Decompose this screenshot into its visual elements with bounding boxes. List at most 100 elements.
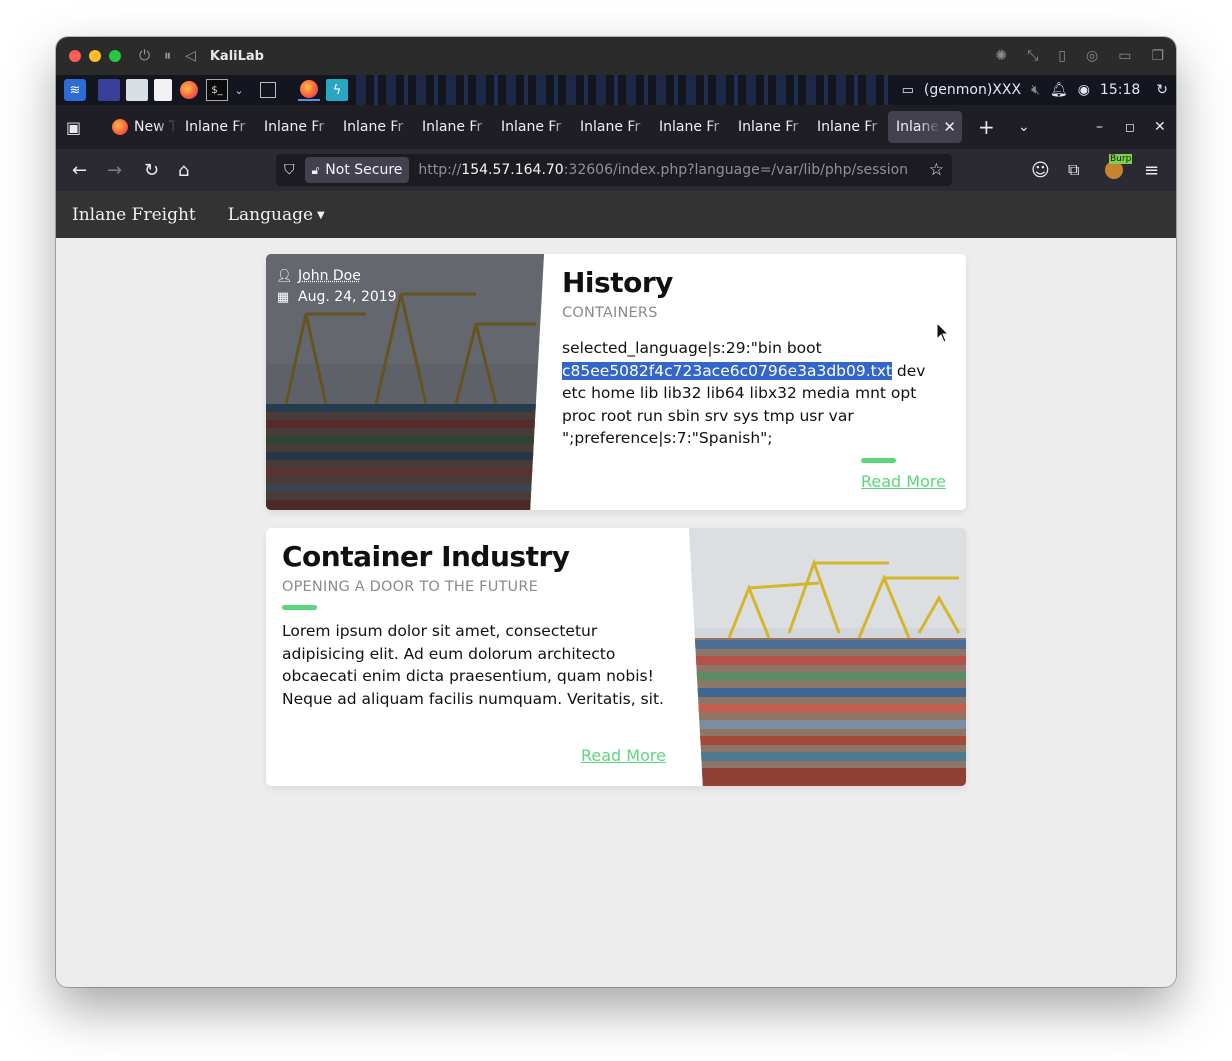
home-icon[interactable]: ⌂ bbox=[178, 149, 189, 191]
author-link[interactable]: John Doe bbox=[298, 266, 361, 287]
site-navbar: Inlane Freight Language ▼ bbox=[56, 191, 1176, 238]
card-title: Container Industry bbox=[282, 540, 570, 573]
window-title: KaliLab bbox=[209, 48, 264, 64]
mute-icon[interactable]: 🔇︎ bbox=[1031, 82, 1040, 98]
read-more-link[interactable]: Read More bbox=[581, 746, 666, 765]
shell-icon[interactable]: $_ bbox=[206, 79, 228, 101]
close-icon[interactable]: ✕ bbox=[1154, 105, 1166, 149]
power-manager-icon[interactable]: ◉ bbox=[1078, 82, 1090, 98]
power-icon[interactable]: ⏻ bbox=[139, 48, 150, 64]
card-description: selected_language|s:29:"bin boot c85ee50… bbox=[562, 337, 946, 450]
taskbar-firefox[interactable] bbox=[298, 79, 320, 101]
extensions-icon[interactable]: ⧉ bbox=[1068, 149, 1079, 191]
post-meta: 👤︎ John Doe ▦ Aug. 24, 2019 bbox=[276, 266, 397, 308]
language-label: Language bbox=[227, 204, 314, 225]
pause-icon[interactable]: ⏸ bbox=[164, 48, 171, 64]
notification-bell-icon[interactable]: 🔔︎ bbox=[1050, 82, 1068, 98]
tab-inlane-freight[interactable]: Inlane Fr bbox=[414, 111, 493, 143]
reload-icon[interactable]: ↻ bbox=[144, 149, 159, 191]
tab-inlane-freight[interactable]: Inlane Fr bbox=[493, 111, 572, 143]
bookmark-star-icon[interactable]: ☆ bbox=[929, 160, 944, 180]
zoom-window-button[interactable] bbox=[109, 50, 121, 62]
title-bar: ⏻ ⏸ ◁ KaliLab ✺ ⤡ ▯ ◎ ▭ ❐ bbox=[56, 37, 1176, 75]
usb-icon[interactable]: ▯ bbox=[1058, 48, 1066, 64]
history-card-body: History CONTAINERS selected_language|s:2… bbox=[562, 266, 946, 450]
clock[interactable]: 15:18 bbox=[1100, 82, 1140, 98]
container-industry-card: Container Industry OPENING A DOOR TO THE… bbox=[266, 528, 966, 786]
back-arrow-icon[interactable]: ← bbox=[72, 149, 87, 191]
kali-menu-icon[interactable]: ≋ bbox=[64, 79, 86, 101]
mouse-cursor bbox=[936, 322, 950, 343]
brightness-icon[interactable]: ✺ bbox=[995, 48, 1007, 64]
windows-icon[interactable]: ❐ bbox=[1151, 48, 1164, 64]
folder-icon[interactable]: ▭ bbox=[1118, 48, 1131, 64]
list-all-tabs-icon[interactable]: ⌄ bbox=[1018, 105, 1030, 149]
insecure-lock-icon: 🔓︎ bbox=[311, 162, 320, 177]
language-dropdown[interactable]: Language ▼ bbox=[228, 205, 325, 225]
port-cranes-photo bbox=[689, 528, 966, 786]
new-tab-button[interactable]: + bbox=[978, 105, 995, 149]
menu-icon[interactable]: ≡ bbox=[1144, 149, 1159, 191]
read-more-link[interactable]: Read More bbox=[861, 472, 946, 491]
workspace-icon[interactable] bbox=[260, 82, 276, 98]
chevron-down-icon[interactable]: ⌄ bbox=[228, 79, 250, 101]
post-date: Aug. 24, 2019 bbox=[298, 289, 397, 305]
description-text: selected_language|s:29:"bin boot bbox=[562, 339, 822, 357]
card-subtitle: OPENING A DOOR TO THE FUTURE bbox=[282, 579, 539, 595]
navigation-toolbar: ← → ↻ ⌂ ⛉ 🔓︎ Not Secure http://154.57.16… bbox=[56, 149, 1176, 191]
close-tab-icon[interactable]: ✕ bbox=[943, 118, 956, 136]
caret-down-icon: ▼ bbox=[317, 209, 325, 221]
web-page: Inlane Freight Language ▼ 👤︎ John Doe ▦ … bbox=[56, 191, 1176, 987]
url-text[interactable]: http://154.57.164.70:32606/index.php?lan… bbox=[418, 162, 908, 178]
burp-launcher-icon[interactable]: ϟ bbox=[326, 79, 348, 101]
firefox-icon bbox=[180, 81, 198, 99]
firefox-icon bbox=[112, 119, 128, 135]
url-bar[interactable]: ⛉ 🔓︎ Not Secure http://154.57.164.70:326… bbox=[276, 154, 952, 186]
firefox-icon bbox=[300, 80, 318, 98]
text-editor-icon[interactable] bbox=[154, 79, 172, 101]
monitor-icon[interactable]: ▭ bbox=[902, 83, 914, 98]
tab-inlane-freight[interactable]: Inlane Fr bbox=[730, 111, 809, 143]
site-security-indicator[interactable]: 🔓︎ Not Secure bbox=[304, 157, 410, 183]
selected-text[interactable]: c85ee5082f4c723ace6c0796e3a3db09.txt bbox=[562, 361, 892, 380]
tracking-shield-icon[interactable]: ⛉ bbox=[284, 162, 295, 178]
back-triangle-icon[interactable]: ◁ bbox=[185, 48, 196, 64]
resize-icon[interactable]: ⤡ bbox=[1027, 48, 1038, 64]
tab-strip: ▣ New T Inlane Fr Inlane Fr Inlane Fr In… bbox=[56, 105, 1176, 149]
close-window-button[interactable] bbox=[69, 50, 81, 62]
firefox-view-icon[interactable]: ▣ bbox=[66, 105, 81, 149]
app-window: ⏻ ⏸ ◁ KaliLab ✺ ⤡ ▯ ◎ ▭ ❐ ≋ $_ ⌄ ϟ ▭ (ge… bbox=[56, 37, 1176, 987]
window-controls bbox=[69, 50, 121, 62]
minimize-window-button[interactable] bbox=[89, 50, 101, 62]
security-label: Not Secure bbox=[325, 162, 403, 178]
card-description: Lorem ipsum dolor sit amet, consectetur … bbox=[282, 622, 664, 708]
network-icon[interactable]: ◎ bbox=[1086, 48, 1098, 64]
tab-inlane-freight[interactable]: Inlane Fr bbox=[177, 111, 256, 143]
burp-extension-icon[interactable]: Burp bbox=[1105, 149, 1133, 191]
firefox-launcher[interactable] bbox=[178, 79, 200, 101]
account-icon[interactable]: ☺ bbox=[1031, 149, 1050, 191]
url-path: :32606/index.php?language=/var/lib/php/s… bbox=[563, 162, 909, 178]
tab-inlane-freight[interactable]: Inlane Fr bbox=[256, 111, 335, 143]
maximize-icon[interactable]: ◻ bbox=[1125, 105, 1135, 149]
genmon-label: (genmon)XXX bbox=[923, 82, 1022, 98]
refresh-icon[interactable]: ↻ bbox=[1156, 82, 1168, 98]
card-subtitle: CONTAINERS bbox=[562, 305, 658, 321]
tab-inlane-freight[interactable]: Inlane Fr bbox=[809, 111, 888, 143]
minimize-icon[interactable]: – bbox=[1096, 105, 1103, 149]
card-title: History bbox=[562, 266, 673, 299]
terminal-emulator-icon[interactable] bbox=[98, 79, 120, 101]
tab-inlane-freight[interactable]: Inlane Fr bbox=[651, 111, 730, 143]
tab-inlane-freight-active[interactable]: Inlane ✕ bbox=[888, 111, 962, 143]
accent-bar bbox=[861, 458, 896, 463]
forward-arrow-icon[interactable]: → bbox=[107, 149, 122, 191]
title-bar-tools: ✺ ⤡ ▯ ◎ ▭ ❐ bbox=[995, 37, 1164, 75]
tab-list: New T Inlane Fr Inlane Fr Inlane Fr Inla… bbox=[104, 111, 962, 143]
tab-inlane-freight[interactable]: Inlane Fr bbox=[572, 111, 651, 143]
file-manager-icon[interactable] bbox=[126, 79, 148, 101]
user-icon: 👤︎ bbox=[276, 269, 293, 284]
tab-new-tab[interactable]: New T bbox=[104, 111, 177, 143]
tab-inlane-freight[interactable]: Inlane Fr bbox=[335, 111, 414, 143]
site-brand[interactable]: Inlane Freight bbox=[72, 205, 196, 225]
desktop-panel: ≋ $_ ⌄ ϟ ▭ (genmon)XXX 🔇︎ 🔔︎ ◉ 15:18 ↻ bbox=[56, 75, 1176, 105]
